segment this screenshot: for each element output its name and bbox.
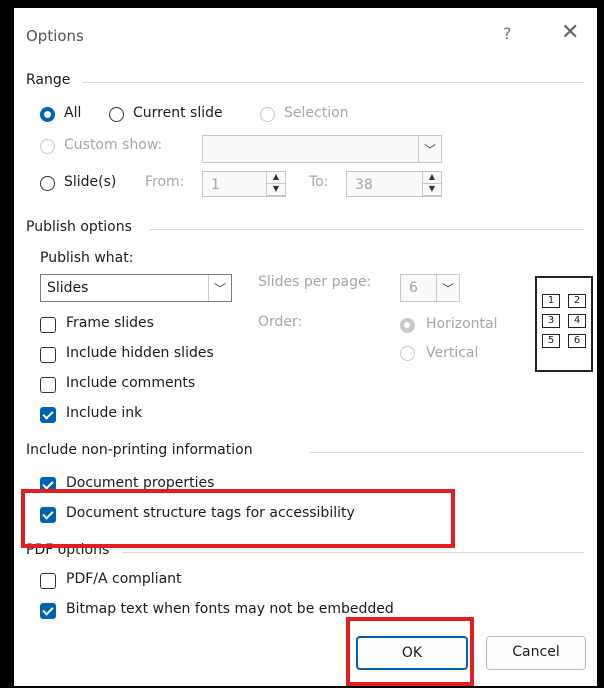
to-spinner[interactable]: ▲ ▼ [422, 172, 441, 196]
doc-properties-label[interactable]: Document properties [66, 475, 214, 491]
order-vertical-radio[interactable] [400, 346, 415, 361]
include-comments-label[interactable]: Include comments [66, 375, 195, 391]
frame-slides-label[interactable]: Frame slides [66, 315, 154, 331]
from-spinner[interactable]: ▲ ▼ [266, 172, 285, 196]
spin-down-icon[interactable]: ▼ [423, 184, 441, 196]
include-comments-checkbox[interactable] [40, 377, 56, 393]
layout-cell: 4 [568, 314, 586, 328]
include-hidden-checkbox[interactable] [40, 347, 56, 363]
spin-up-icon[interactable]: ▲ [423, 172, 441, 184]
range-custom-show-label[interactable]: Custom show: [64, 137, 162, 153]
range-all-label[interactable]: All [64, 105, 81, 121]
from-label: From: [145, 174, 185, 190]
range-group-label: Range [26, 72, 71, 88]
to-spinbox[interactable]: 38 ▲ ▼ [346, 171, 442, 197]
nonprinting-group-divider [310, 452, 584, 453]
range-selection-radio[interactable] [260, 107, 275, 122]
chevron-down-icon: ﹀ [436, 275, 459, 301]
dialog-title: Options [26, 27, 84, 45]
from-spinbox[interactable]: 1 ▲ ▼ [202, 171, 286, 197]
layout-cell: 6 [568, 334, 586, 348]
publish-group-label: Publish options [26, 219, 132, 235]
ok-button[interactable]: OK [356, 636, 468, 670]
doc-structure-tags-label[interactable]: Document structure tags for accessibilit… [66, 505, 355, 521]
range-all-radio[interactable] [40, 107, 55, 122]
layout-cell: 5 [542, 334, 560, 348]
include-hidden-label[interactable]: Include hidden slides [66, 345, 214, 361]
layout-cell: 3 [542, 314, 560, 328]
range-slides-label[interactable]: Slide(s) [64, 174, 116, 190]
to-label: To: [309, 174, 329, 190]
order-vertical-label[interactable]: Vertical [426, 345, 478, 361]
order-horizontal-label[interactable]: Horizontal [426, 316, 497, 332]
range-current-slide-radio[interactable] [109, 107, 124, 122]
options-dialog: Options ? ✕ Range All Current slide Sele… [14, 8, 597, 686]
publish-what-dropdown[interactable]: Slides ﹀ [40, 274, 232, 302]
order-horizontal-radio[interactable] [400, 318, 415, 333]
range-group-divider [82, 82, 584, 83]
spin-up-icon[interactable]: ▲ [267, 172, 285, 184]
nonprinting-group-label: Include non-printing information [26, 442, 253, 458]
close-icon[interactable]: ✕ [561, 20, 579, 45]
pdf-group-label: PDF options [26, 542, 110, 558]
layout-cell: 2 [568, 294, 586, 308]
slides-per-page-value: 6 [409, 280, 418, 296]
slide-layout-preview-icon: 1 2 3 4 5 6 [535, 276, 593, 372]
range-selection-label[interactable]: Selection [284, 105, 349, 121]
layout-cell: 1 [542, 294, 560, 308]
from-value: 1 [211, 177, 220, 193]
pdfa-checkbox[interactable] [40, 573, 56, 589]
bitmap-text-label[interactable]: Bitmap text when fonts may not be embedd… [66, 601, 394, 617]
order-label: Order: [258, 314, 303, 330]
publish-group-divider [150, 229, 584, 230]
chevron-down-icon: ﹀ [418, 136, 441, 162]
range-current-slide-label[interactable]: Current slide [133, 105, 223, 121]
pdf-group-divider [122, 552, 584, 553]
chevron-down-icon: ﹀ [208, 275, 231, 301]
slides-per-page-dropdown[interactable]: 6 ﹀ [400, 274, 460, 302]
custom-show-dropdown[interactable]: ﹀ [202, 135, 442, 163]
cancel-button[interactable]: Cancel [486, 636, 586, 670]
include-ink-label[interactable]: Include ink [66, 405, 142, 421]
range-custom-show-radio[interactable] [40, 139, 55, 154]
pdfa-label[interactable]: PDF/A compliant [66, 571, 182, 587]
to-value: 38 [355, 177, 373, 193]
help-icon[interactable]: ? [503, 24, 512, 43]
publish-what-label: Publish what: [40, 250, 134, 266]
publish-what-value: Slides [47, 280, 89, 296]
frame-slides-checkbox[interactable] [40, 317, 56, 333]
spin-down-icon[interactable]: ▼ [267, 184, 285, 196]
doc-structure-tags-checkbox[interactable] [40, 507, 56, 523]
slides-per-page-label: Slides per page: [258, 274, 372, 290]
doc-properties-checkbox[interactable] [40, 477, 56, 493]
bitmap-text-checkbox[interactable] [40, 603, 56, 619]
range-slides-radio[interactable] [40, 176, 55, 191]
include-ink-checkbox[interactable] [40, 407, 56, 423]
